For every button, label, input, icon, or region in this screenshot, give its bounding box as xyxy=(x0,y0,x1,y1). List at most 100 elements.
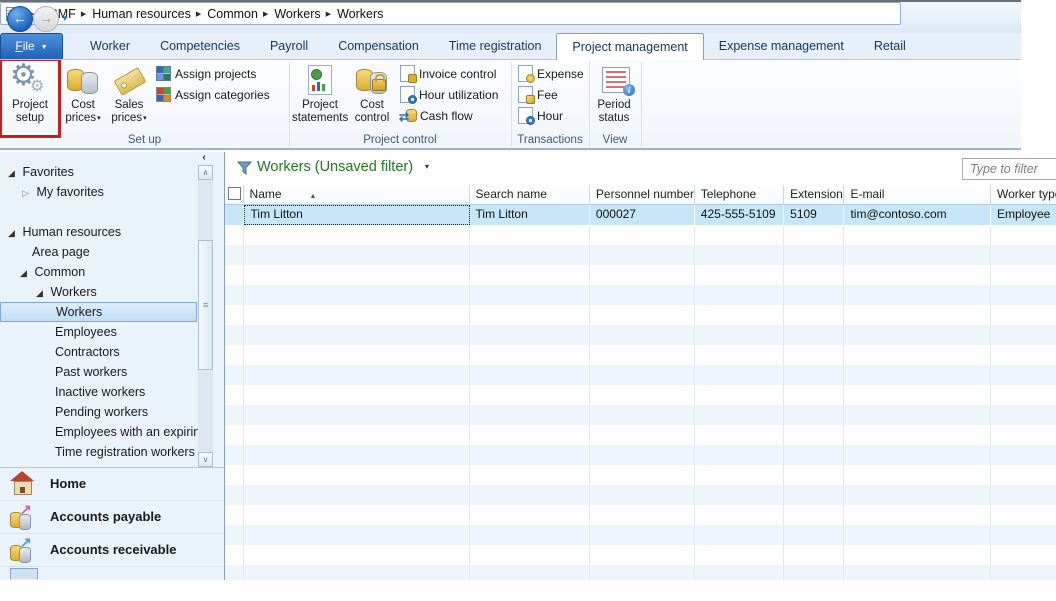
expander-icon[interactable]: ◢ xyxy=(8,223,19,242)
nav-item-accounts-payable[interactable]: ↗ Accounts payable xyxy=(0,500,224,534)
expander-icon[interactable]: ◢ xyxy=(8,163,19,182)
tab-competencies[interactable]: Competencies xyxy=(145,33,255,60)
sidebar-item-employees[interactable]: Employees xyxy=(0,322,252,342)
scroll-up-button[interactable]: ∧ xyxy=(198,165,213,180)
sidebar-item-human-resources[interactable]: ◢ Human resources xyxy=(0,222,205,242)
cell-extension[interactable]: 5109 xyxy=(784,205,844,225)
tab-payroll[interactable]: Payroll xyxy=(255,33,323,60)
tab-worker[interactable]: Worker xyxy=(75,33,145,60)
hour-button[interactable]: Hour xyxy=(518,105,584,126)
assign-projects-button[interactable]: Assign projects xyxy=(156,63,270,84)
scroll-down-button[interactable]: ∨ xyxy=(198,452,213,467)
invoice-control-button[interactable]: Invoice control xyxy=(400,63,498,84)
grid-empty-row[interactable] xyxy=(225,425,1056,445)
grid-empty-row[interactable] xyxy=(225,245,1056,265)
cash-flow-button[interactable]: ⇄ Cash flow xyxy=(400,105,498,126)
nav-item-partial-icon[interactable] xyxy=(10,568,38,579)
grid-empty-row[interactable] xyxy=(225,285,1056,305)
cell-worker-type[interactable]: Employee xyxy=(991,205,1056,225)
grid-empty-row[interactable] xyxy=(225,485,1056,505)
column-header-personnel-number[interactable]: Personnel number xyxy=(590,185,695,205)
grid-empty-row[interactable] xyxy=(225,465,1056,485)
expander-icon[interactable]: ▷ xyxy=(22,183,33,202)
cell-personnel-number[interactable]: 000027 xyxy=(590,205,695,225)
grid-empty-row[interactable] xyxy=(225,405,1056,425)
assign-categories-button[interactable]: Assign categories xyxy=(156,84,270,105)
expense-button[interactable]: Expense xyxy=(518,63,584,84)
breadcrumb-item[interactable]: Human resources xyxy=(92,7,191,21)
cost-control-button[interactable]: Cost control xyxy=(350,61,394,135)
grid-empty-row[interactable] xyxy=(225,365,1056,385)
sidebar-item-past-workers[interactable]: Past workers xyxy=(0,362,252,382)
sidebar-item-common[interactable]: ◢ Common xyxy=(0,262,217,282)
column-header-name[interactable]: Name▲ xyxy=(244,185,470,205)
grid-row-tim-litton[interactable]: Tim Litton Tim Litton 000027 425-555-510… xyxy=(225,205,1056,225)
expander-icon[interactable]: ◢ xyxy=(20,263,31,282)
project-statements-button[interactable]: Project statements xyxy=(292,61,348,135)
assign-projects-label: Assign projects xyxy=(175,67,256,81)
column-header-search-name[interactable]: Search name xyxy=(470,185,590,205)
column-header-email[interactable]: E-mail xyxy=(844,185,991,205)
cell-telephone[interactable]: 425-555-5109 xyxy=(695,205,784,225)
sidebar-item-time-registration-workers[interactable]: Time registration workers xyxy=(0,442,252,462)
title-dropdown-icon[interactable]: ▾ xyxy=(425,162,429,171)
hour-utilization-button[interactable]: Hour utilization xyxy=(400,84,498,105)
tab-compensation[interactable]: Compensation xyxy=(323,33,434,60)
project-setup-button[interactable]: ⚙⚙ Project setup xyxy=(2,61,58,135)
nav-item-home[interactable]: Home xyxy=(0,467,224,501)
column-header-telephone[interactable]: Telephone xyxy=(695,185,784,205)
grid-empty-row[interactable] xyxy=(225,305,1056,325)
tab-time-registration[interactable]: Time registration xyxy=(434,33,557,60)
breadcrumb-item[interactable]: Common xyxy=(207,7,258,21)
grid-empty-row[interactable] xyxy=(225,565,1056,580)
collapse-pane-icon[interactable]: ‹ xyxy=(196,153,212,164)
grid-empty-row[interactable] xyxy=(225,445,1056,465)
sidebar-item-favorites[interactable]: ◢ Favorites xyxy=(0,162,205,182)
cell-search-name[interactable]: Tim Litton xyxy=(470,205,590,225)
forward-button[interactable]: → xyxy=(33,6,59,32)
select-all-cell[interactable] xyxy=(225,185,244,205)
sales-prices-button[interactable]: Sales prices▾ xyxy=(106,61,152,135)
grid-empty-row[interactable] xyxy=(225,545,1056,565)
row-checkbox-cell[interactable] xyxy=(225,205,244,225)
tab-project-management[interactable]: Project management xyxy=(556,33,703,60)
cell-email[interactable]: tim@contoso.com xyxy=(844,205,991,225)
nav-item-accounts-receivable[interactable]: ↗ Accounts receivable xyxy=(0,533,224,567)
empty-cell xyxy=(470,525,590,545)
grid-empty-row[interactable] xyxy=(225,385,1056,405)
address-bar[interactable]: ▶ USMF ▶ Human resources ▶ Common ▶ Work… xyxy=(0,2,901,25)
breadcrumb-item[interactable]: Workers xyxy=(274,7,320,21)
sidebar-item-workers[interactable]: Workers xyxy=(0,302,197,322)
period-status-button[interactable]: i Period status xyxy=(592,61,636,135)
cell-name[interactable]: Tim Litton xyxy=(244,205,470,225)
column-header-worker-type[interactable]: Worker type xyxy=(991,185,1056,205)
tab-expense-management[interactable]: Expense management xyxy=(704,33,859,60)
sidebar-item-area-page[interactable]: Area page xyxy=(0,242,229,262)
empty-cell xyxy=(991,405,1056,425)
filter-input[interactable] xyxy=(962,158,1056,180)
empty-cell xyxy=(470,325,590,345)
sidebar-item-employees-expiring[interactable]: Employees with an expirin xyxy=(0,422,252,442)
grid-empty-row[interactable] xyxy=(225,225,1056,245)
scrollbar-thumb[interactable]: ≡ xyxy=(198,240,213,370)
sidebar-item-contractors[interactable]: Contractors xyxy=(0,342,252,362)
tab-retail[interactable]: Retail xyxy=(859,33,921,60)
grid-empty-row[interactable] xyxy=(225,525,1056,545)
grid-empty-row[interactable] xyxy=(225,505,1056,525)
expander-icon[interactable]: ◢ xyxy=(36,283,47,302)
breadcrumb-item[interactable]: Workers xyxy=(337,7,383,21)
grid-empty-row[interactable] xyxy=(225,265,1056,285)
cost-prices-button[interactable]: Cost prices▾ xyxy=(61,61,105,135)
grid-empty-row[interactable] xyxy=(225,345,1056,365)
empty-cell xyxy=(225,225,244,245)
sidebar-item-inactive-workers[interactable]: Inactive workers xyxy=(0,382,252,402)
fee-button[interactable]: Fee xyxy=(518,84,584,105)
sidebar-item-my-favorites[interactable]: ▷ My favorites xyxy=(0,182,219,202)
grid-empty-row[interactable] xyxy=(225,325,1056,345)
column-header-extension[interactable]: Extension xyxy=(784,185,844,205)
nav-history-dropdown-icon[interactable]: ▼ xyxy=(61,14,69,23)
select-all-checkbox[interactable] xyxy=(228,187,241,200)
back-button[interactable]: ← xyxy=(7,6,33,32)
file-menu-button[interactable]: File▼ xyxy=(0,33,63,59)
sidebar-item-pending-workers[interactable]: Pending workers xyxy=(0,402,252,422)
